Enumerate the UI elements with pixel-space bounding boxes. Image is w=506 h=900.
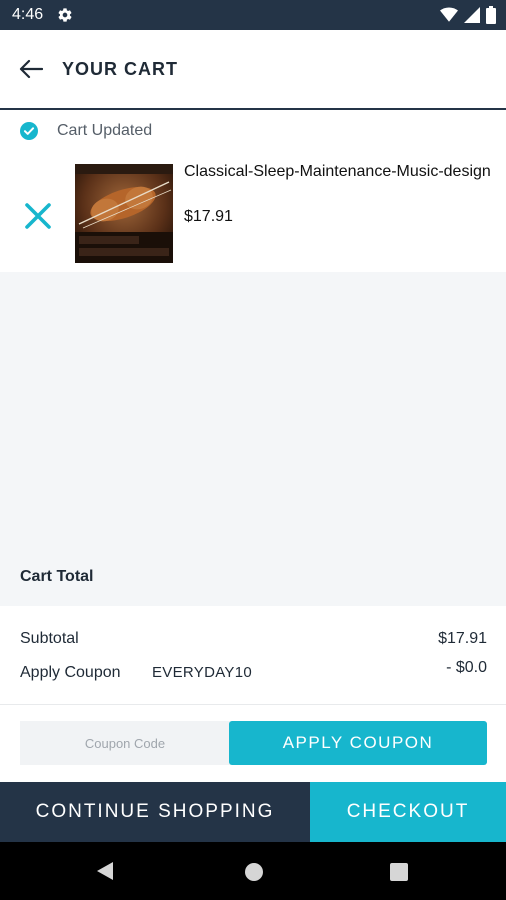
status-time: 4:46 <box>12 6 44 23</box>
coupon-discount-value: - $0.0 <box>446 659 487 676</box>
page-title: YOUR CART <box>62 58 178 79</box>
subtotal-value: $17.91 <box>438 630 487 647</box>
totals-panel: Subtotal $17.91 Apply Coupon EVERYDAY10 … <box>0 606 506 705</box>
violin-image <box>75 164 173 263</box>
cart-updated-text: Cart Updated <box>57 122 153 139</box>
apply-coupon-button[interactable]: APPLY COUPON <box>229 721 487 765</box>
cart-total-heading: Cart Total <box>20 568 94 585</box>
nav-recents-icon[interactable] <box>390 863 408 881</box>
nav-back-icon[interactable] <box>96 861 114 881</box>
checkout-button[interactable]: CHECKOUT <box>310 782 506 842</box>
coupon-label: Apply Coupon <box>20 664 121 681</box>
gear-icon <box>58 8 72 22</box>
cart-updated-notice: Cart Updated <box>20 122 152 140</box>
close-icon <box>25 203 51 229</box>
system-nav-bar <box>0 842 506 900</box>
battery-icon <box>486 6 496 24</box>
wifi-icon <box>440 7 458 22</box>
product-name[interactable]: Classical-Sleep-Maintenance-Music-design <box>184 160 500 184</box>
nav-home-icon[interactable] <box>244 862 264 882</box>
status-bar: 4:46 <box>0 0 506 30</box>
product-price: $17.91 <box>184 208 233 225</box>
cart-body-background <box>0 272 506 606</box>
product-thumbnail[interactable] <box>75 164 173 263</box>
applied-coupon-code: EVERYDAY10 <box>152 664 252 681</box>
cart-item: Classical-Sleep-Maintenance-Music-design… <box>0 150 506 272</box>
check-circle-icon <box>20 122 38 140</box>
app-bar: YOUR CART <box>0 30 506 110</box>
back-button[interactable] <box>18 56 44 82</box>
signal-icon <box>464 7 480 23</box>
remove-item-button[interactable] <box>22 200 54 232</box>
arrow-left-icon <box>19 59 43 79</box>
subtotal-label: Subtotal <box>20 630 79 647</box>
coupon-code-input[interactable] <box>20 721 230 765</box>
continue-shopping-button[interactable]: CONTINUE SHOPPING <box>0 782 310 842</box>
